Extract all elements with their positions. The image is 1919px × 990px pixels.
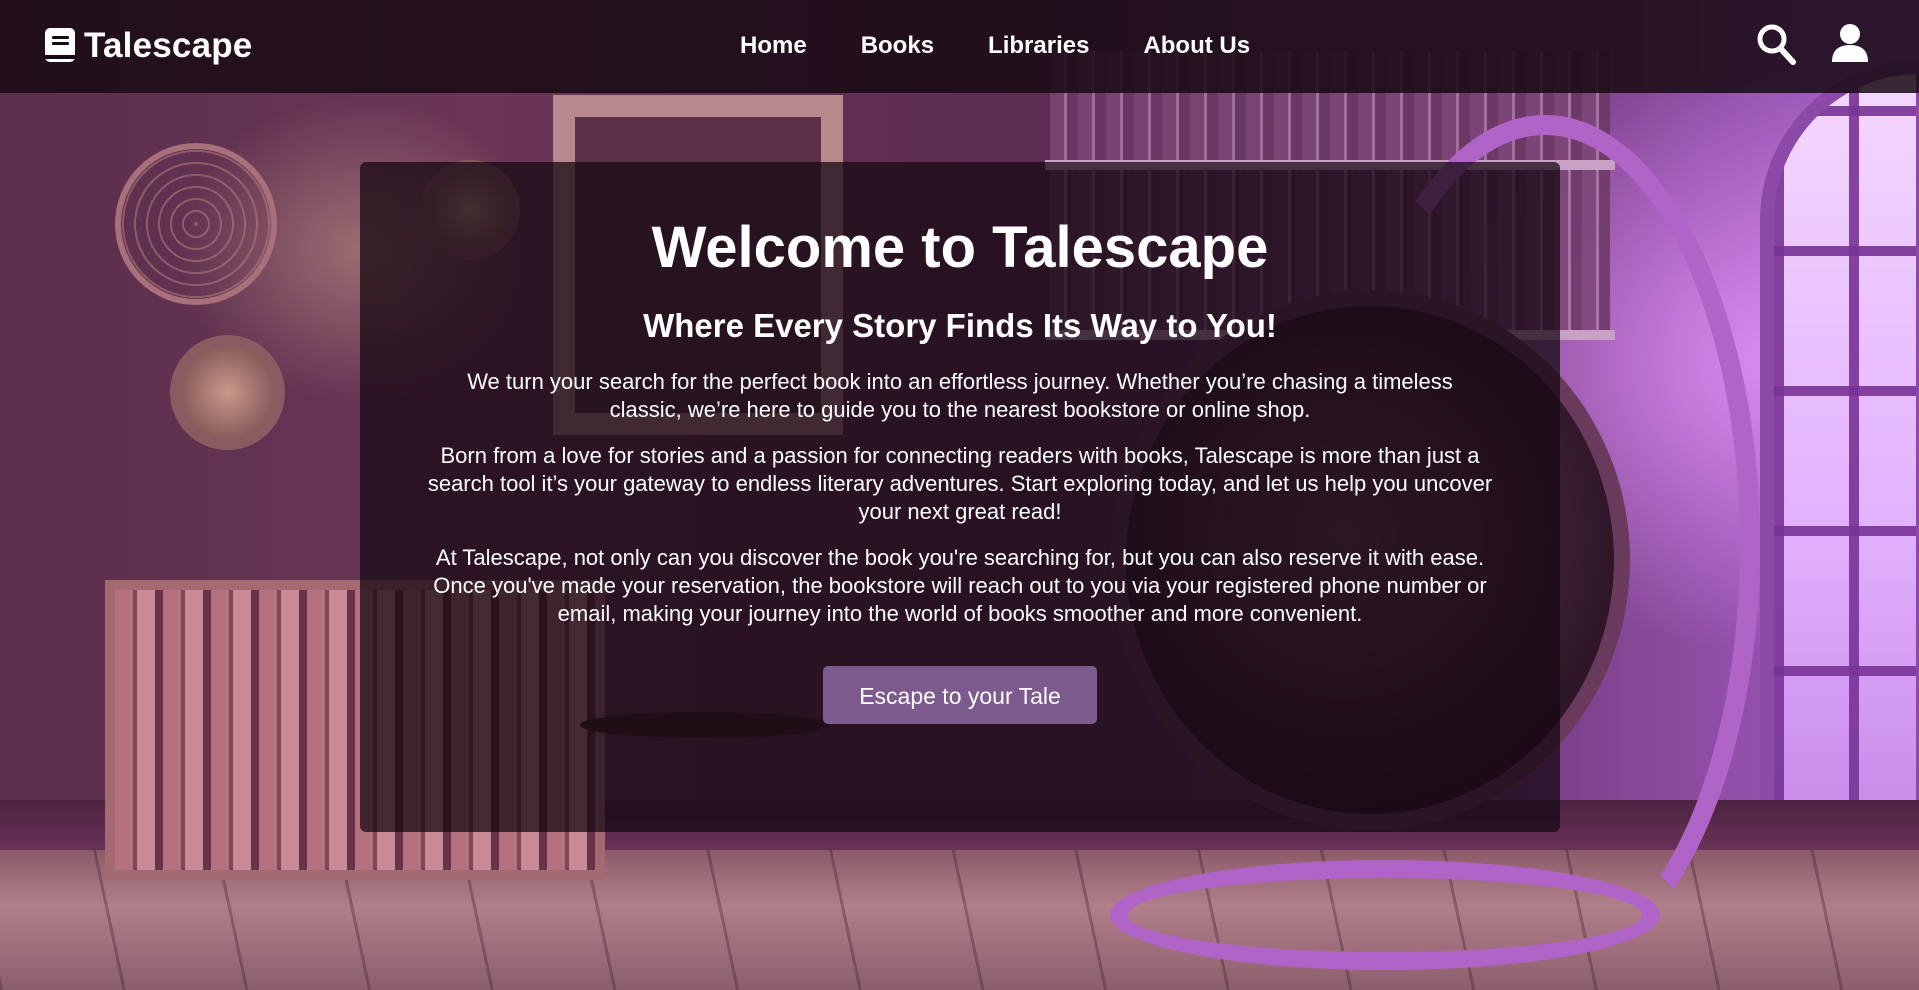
hero-paragraph-intro: We turn your search for the perfect book… [467, 369, 1453, 422]
brand-logo-link[interactable]: Talescape [44, 22, 252, 70]
chair-base [1110, 860, 1660, 970]
hero-paragraph-about: Born from a love for stories and a passi… [427, 443, 1493, 524]
round-mirror [170, 335, 285, 450]
dreamcatcher-decor [115, 143, 277, 305]
nav-link-libraries[interactable]: Libraries [988, 28, 1089, 64]
book-icon [45, 28, 75, 62]
hero-paragraph-reserve: At Talescape, not only can you discover … [433, 545, 1487, 626]
hero-card: Welcome to Talescape Where Every Story F… [360, 162, 1560, 832]
search-icon[interactable] [1755, 22, 1797, 66]
hero-title: Welcome to Talescape [651, 215, 1269, 280]
nav-link-home[interactable]: Home [740, 28, 807, 64]
escape-to-tale-button[interactable]: Escape to your Tale [823, 666, 1097, 724]
nav-link-books[interactable]: Books [861, 28, 934, 64]
navbar: Talescape Home Books Libraries About Us [0, 0, 1919, 93]
nav-icon-group [1755, 22, 1871, 66]
nav-link-about-us[interactable]: About Us [1143, 28, 1250, 64]
main-nav: Home Books Libraries About Us [740, 28, 1250, 64]
hero-subtitle: Where Every Story Finds Its Way to You! [643, 307, 1277, 344]
user-icon[interactable] [1829, 22, 1871, 66]
brand-name: Talescape [84, 26, 253, 65]
arched-window [1760, 60, 1919, 830]
